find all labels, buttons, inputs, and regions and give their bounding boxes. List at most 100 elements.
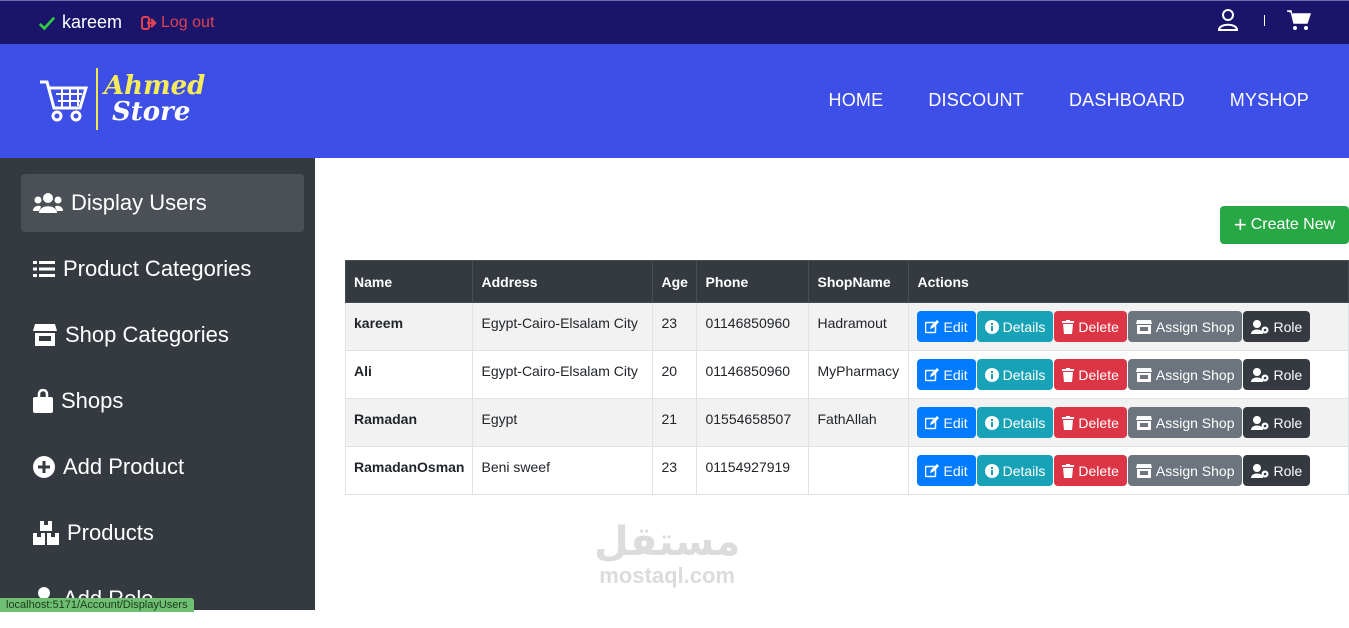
user-cog-icon <box>1251 415 1269 430</box>
store-icon <box>1135 463 1152 478</box>
plus-circle-icon <box>33 456 55 478</box>
edit-button[interactable]: Edit <box>917 359 976 390</box>
nav-dashboard[interactable]: DASHBOARD <box>1069 90 1185 111</box>
cell-actions: Edit Details Delete Assign Shop Role <box>908 398 1349 447</box>
shopping-bag-icon <box>33 389 53 413</box>
sidebar-item-product-categories[interactable]: Product Categories <box>21 240 304 298</box>
sidebar-item-label: Display Users <box>71 190 207 215</box>
username: kareem <box>62 12 123 32</box>
delete-button[interactable]: Delete <box>1054 455 1127 486</box>
cell-phone: 01554658507 <box>696 398 810 447</box>
watermark-arabic: مستقل <box>594 520 741 564</box>
column-header-age: Age <box>652 260 698 303</box>
trash-icon <box>1062 415 1075 430</box>
details-button[interactable]: Details <box>976 455 1054 486</box>
edit-icon <box>925 415 940 429</box>
role-label: Role <box>1273 462 1303 479</box>
delete-button[interactable]: Delete <box>1054 311 1127 342</box>
logout-label: Log out <box>161 14 215 31</box>
column-header-name: Name <box>344 260 474 303</box>
column-header-phone: Phone <box>696 260 810 303</box>
delete-label: Delete <box>1078 462 1119 479</box>
boxes-icon <box>33 521 59 545</box>
cell-shopname: MyPharmacy <box>808 350 910 399</box>
role-label: Role <box>1273 414 1303 431</box>
sidebar-item-display-users[interactable]: Display Users <box>21 174 304 232</box>
cell-shopname: FathAllah <box>808 398 910 447</box>
edit-button[interactable]: Edit <box>917 455 976 486</box>
nav-discount[interactable]: DISCOUNT <box>928 90 1024 111</box>
sidebar-item-label: Product Categories <box>63 256 252 281</box>
cell-shopname <box>808 446 910 495</box>
cell-age: 23 <box>652 446 698 495</box>
nav-home[interactable]: HOME <box>829 90 884 111</box>
cart-icon[interactable] <box>1287 9 1311 31</box>
cell-age: 20 <box>652 350 698 399</box>
cell-shopname: Hadramout <box>808 302 910 351</box>
plus-icon: + <box>1233 212 1247 237</box>
create-new-button[interactable]: + Create New <box>1220 206 1349 244</box>
list-icon <box>33 261 55 277</box>
cell-address: Egypt <box>472 398 654 447</box>
details-button[interactable]: Details <box>976 311 1054 342</box>
details-label: Details <box>1002 318 1046 335</box>
role-button[interactable]: Role <box>1243 407 1311 438</box>
table-row: Ramadan Egypt 21 01554658507 FathAllah Edit De… <box>344 398 1349 447</box>
cell-phone: 01154927919 <box>696 446 810 495</box>
store-logo[interactable]: Ahmed Store <box>38 68 205 130</box>
details-button[interactable]: Details <box>976 407 1054 438</box>
info-circle-icon <box>984 415 999 430</box>
sidebar-item-shop-categories[interactable]: Shop Categories <box>21 306 304 364</box>
role-button[interactable]: Role <box>1243 455 1311 486</box>
details-button[interactable]: Details <box>976 359 1054 390</box>
account-icon[interactable] <box>1218 9 1238 31</box>
edit-icon <box>925 367 940 381</box>
assign-shop-button[interactable]: Assign Shop <box>1127 311 1243 342</box>
main-header: Ahmed Store HOME DISCOUNT DASHBOARD MYSH… <box>0 44 1349 158</box>
assign-shop-label: Assign Shop <box>1155 318 1235 335</box>
assign-shop-button[interactable]: Assign Shop <box>1127 455 1243 486</box>
info-circle-icon <box>984 463 999 478</box>
info-circle-icon <box>984 367 999 382</box>
assign-shop-button[interactable]: Assign Shop <box>1127 407 1243 438</box>
trash-icon <box>1062 367 1075 382</box>
table-row: RamadanOsman Beni sweef 23 01154927919 Edit D… <box>344 446 1349 495</box>
edit-icon <box>925 463 940 477</box>
cell-name: Ramadan <box>344 398 474 447</box>
sidebar-item-shops[interactable]: Shops <box>21 372 304 430</box>
sidebar: Display Users Product Categories Shop Ca… <box>0 158 315 611</box>
sidebar-item-products[interactable]: Products <box>21 504 304 562</box>
column-header-address: Address <box>472 260 654 303</box>
nav-myshop[interactable]: MYSHOP <box>1230 90 1309 111</box>
edit-button[interactable]: Edit <box>917 311 976 342</box>
role-button[interactable]: Role <box>1243 311 1311 342</box>
check-icon <box>38 16 56 30</box>
create-new-label: Create New <box>1250 216 1336 233</box>
role-label: Role <box>1273 318 1303 335</box>
cell-name: kareem <box>344 302 474 351</box>
cell-age: 23 <box>652 302 698 351</box>
delete-button[interactable]: Delete <box>1054 407 1127 438</box>
cell-actions: Edit Details Delete Assign Shop Role <box>908 302 1349 351</box>
user-cog-icon <box>1251 319 1269 334</box>
table-row: Ali Egypt-Cairo-Elsalam City 20 01146850960… <box>344 350 1349 399</box>
details-label: Details <box>1002 462 1046 479</box>
sidebar-item-label: Add Product <box>63 454 185 479</box>
main-nav: HOME DISCOUNT DASHBOARD MYSHOP <box>784 90 1309 111</box>
details-label: Details <box>1002 366 1046 383</box>
column-header-shopname: ShopName <box>808 260 910 303</box>
cell-actions: Edit Details Delete Assign Shop Role <box>908 446 1349 495</box>
cell-address: Egypt-Cairo-Elsalam City <box>472 302 654 351</box>
edit-button[interactable]: Edit <box>917 407 976 438</box>
edit-label: Edit <box>943 414 968 431</box>
role-button[interactable]: Role <box>1243 359 1311 390</box>
assign-shop-label: Assign Shop <box>1155 414 1235 431</box>
assign-shop-button[interactable]: Assign Shop <box>1127 359 1243 390</box>
logo-line-2: Store <box>112 97 191 127</box>
sidebar-item-label: Shops <box>61 388 124 413</box>
sidebar-item-add-product[interactable]: Add Product <box>21 438 304 496</box>
assign-shop-label: Assign Shop <box>1155 366 1235 383</box>
logout-link[interactable]: Log out <box>141 14 214 32</box>
delete-button[interactable]: Delete <box>1054 359 1127 390</box>
cell-address: Beni sweef <box>472 446 654 495</box>
